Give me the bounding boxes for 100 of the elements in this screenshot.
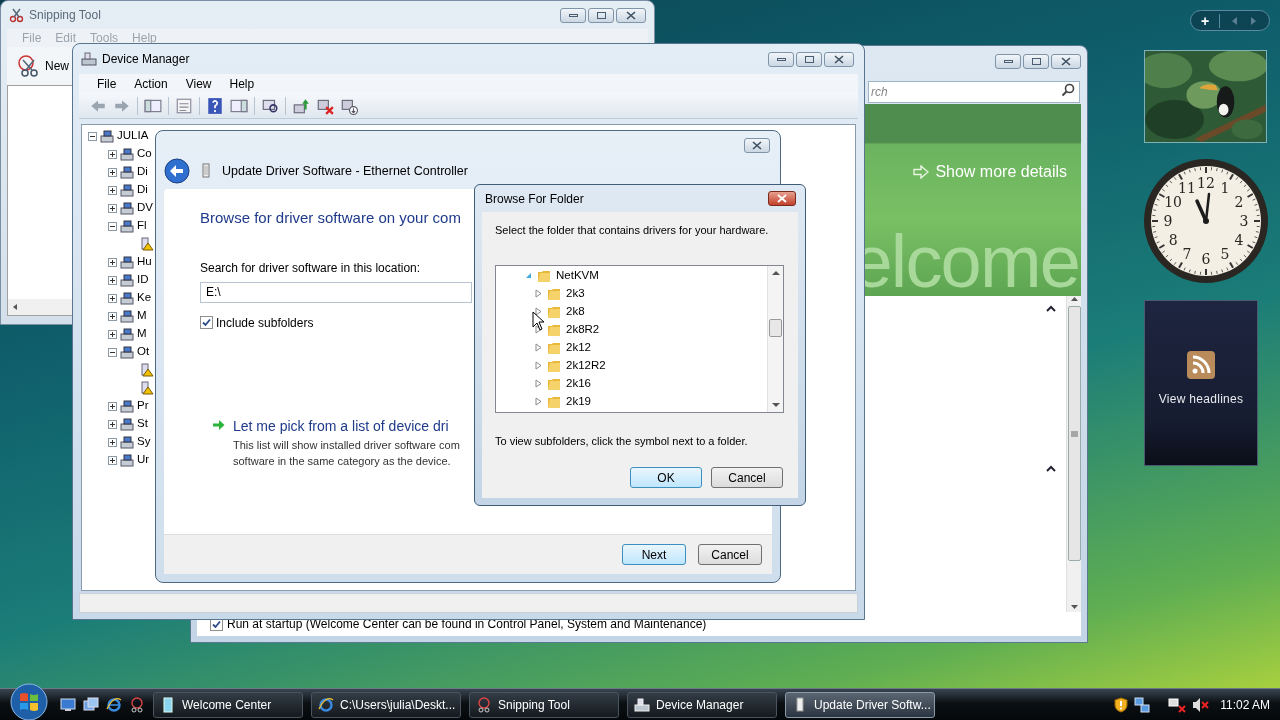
tree-item[interactable]: Fl <box>137 217 147 235</box>
expand-icon[interactable] <box>108 419 117 429</box>
close-button[interactable] <box>1051 53 1081 69</box>
tree-item[interactable]: Co <box>137 145 152 163</box>
volume-muted-icon[interactable] <box>1192 696 1211 713</box>
new-button[interactable]: New <box>17 54 69 78</box>
next-icon[interactable] <box>1250 16 1256 25</box>
expand-icon[interactable] <box>108 311 117 321</box>
menu-item[interactable]: Action <box>134 74 168 93</box>
location-field[interactable]: E:\ <box>200 281 472 303</box>
tree-item[interactable]: St <box>137 415 148 433</box>
start-button[interactable] <box>10 682 48 720</box>
pick-driver-link[interactable]: Let me pick from a list of device dri <box>233 415 460 437</box>
scissors-icon[interactable] <box>129 696 145 713</box>
tree-item[interactable]: JULIA <box>117 127 149 145</box>
back-button[interactable] <box>164 158 190 184</box>
ok-button[interactable]: OK <box>630 467 702 488</box>
minimize-button[interactable] <box>560 7 586 23</box>
folder-item[interactable]: 2k8R2 <box>566 320 600 339</box>
taskbar-button[interactable]: Device Manager <box>627 691 777 718</box>
menu-item[interactable]: Help <box>229 74 255 93</box>
expand-icon[interactable] <box>108 455 117 465</box>
cancel-button[interactable]: Cancel <box>711 467 783 488</box>
collapse-icon[interactable] <box>108 221 117 231</box>
scroll-down-icon[interactable] <box>1069 604 1079 610</box>
cancel-button[interactable]: Cancel <box>698 544 762 565</box>
desktop-icon[interactable] <box>60 696 76 713</box>
maximize-button[interactable] <box>796 51 822 67</box>
properties-icon[interactable] <box>175 96 193 115</box>
expand-icon[interactable] <box>535 307 542 316</box>
close-button[interactable] <box>744 138 770 153</box>
search-icon[interactable] <box>1061 83 1075 97</box>
next-button[interactable]: Next <box>622 544 686 565</box>
device-icon <box>120 327 134 341</box>
expand-icon[interactable] <box>108 203 117 213</box>
tree-item[interactable]: DV <box>137 199 153 217</box>
tree-item[interactable]: Hu <box>137 253 152 271</box>
tree-item[interactable]: Di <box>137 163 148 181</box>
expand-icon[interactable] <box>108 329 117 339</box>
scroll-thumb[interactable] <box>769 318 782 337</box>
checkbox[interactable] <box>200 316 213 329</box>
scrollbar[interactable] <box>1066 296 1081 612</box>
expand-icon[interactable] <box>108 185 117 195</box>
tree-item[interactable]: Pr <box>137 397 149 415</box>
maximize-button[interactable] <box>588 7 614 23</box>
expand-icon[interactable] <box>108 257 117 267</box>
expand-icon[interactable] <box>108 437 117 447</box>
folder-item[interactable]: 2k19 <box>566 392 591 411</box>
folder-item[interactable]: 2k16 <box>566 374 591 393</box>
help-icon[interactable] <box>206 96 224 115</box>
folder-item[interactable]: 2k3 <box>566 284 585 303</box>
tree-item[interactable]: Ur <box>137 451 150 469</box>
expand-icon[interactable] <box>535 325 542 334</box>
expand-icon[interactable] <box>108 275 117 285</box>
collapse-icon[interactable] <box>1046 305 1056 312</box>
folder-tree[interactable]: NetKVM 2k3 2k8 2k8R2 2k12 2k12R2 2k16 2k19 <box>495 264 784 413</box>
expand-icon[interactable] <box>108 149 117 159</box>
folder-item[interactable]: 2k12 <box>566 338 591 357</box>
menu-item[interactable]: View <box>185 74 212 93</box>
network-icon[interactable] <box>1134 696 1151 713</box>
close-button[interactable] <box>616 7 646 23</box>
grip-icon[interactable] <box>1070 430 1078 437</box>
folder-item[interactable]: NetKVM <box>556 266 599 285</box>
tree-item[interactable]: Di <box>137 181 148 199</box>
expand-icon[interactable] <box>108 167 117 177</box>
tree-item[interactable]: Sy <box>137 433 151 451</box>
menu-item[interactable]: File <box>97 74 117 93</box>
collapse-icon[interactable] <box>1046 465 1056 472</box>
minimize-button[interactable] <box>995 53 1021 69</box>
folder-item[interactable]: 2k12R2 <box>566 356 606 375</box>
expand-icon[interactable] <box>108 293 117 303</box>
previous-icon[interactable] <box>1232 16 1238 25</box>
browser-icon[interactable] <box>106 696 122 713</box>
scroll-down-icon[interactable] <box>771 402 780 408</box>
collapse-icon[interactable] <box>88 131 97 141</box>
minimize-button[interactable] <box>768 51 794 67</box>
tree-item[interactable]: M <box>137 325 147 343</box>
search-field[interactable]: rch <box>868 81 1080 103</box>
view-headlines-link[interactable]: View headlines <box>1158 390 1244 408</box>
network-disconnected-icon[interactable] <box>1168 696 1187 713</box>
update-icon[interactable] <box>292 96 310 115</box>
tree-item[interactable]: Ke <box>137 289 152 307</box>
close-button[interactable] <box>824 51 854 67</box>
window-switch-icon[interactable] <box>83 696 99 713</box>
collapse-icon[interactable] <box>108 347 117 357</box>
tree-item[interactable]: Ot <box>137 343 150 361</box>
taskbar-button[interactable]: Snipping Tool <box>469 691 619 718</box>
shield-icon[interactable] <box>1114 696 1129 713</box>
taskbar-button[interactable]: Welcome Center <box>153 691 303 718</box>
tree-item[interactable]: ID <box>137 271 149 289</box>
taskbar-button[interactable]: Update Driver Softw... <box>785 691 935 718</box>
close-button[interactable] <box>768 191 796 206</box>
tree-item[interactable]: M <box>137 307 147 325</box>
scrollbar[interactable] <box>767 265 783 412</box>
folder-item[interactable]: 2k8 <box>566 302 585 321</box>
maximize-button[interactable] <box>1023 53 1049 69</box>
scroll-up-icon[interactable] <box>771 269 780 275</box>
scroll-left-icon[interactable] <box>12 303 18 311</box>
taskbar-button[interactable]: C:\Users\julia\Deskt... <box>311 691 461 718</box>
expand-icon[interactable] <box>108 401 117 411</box>
